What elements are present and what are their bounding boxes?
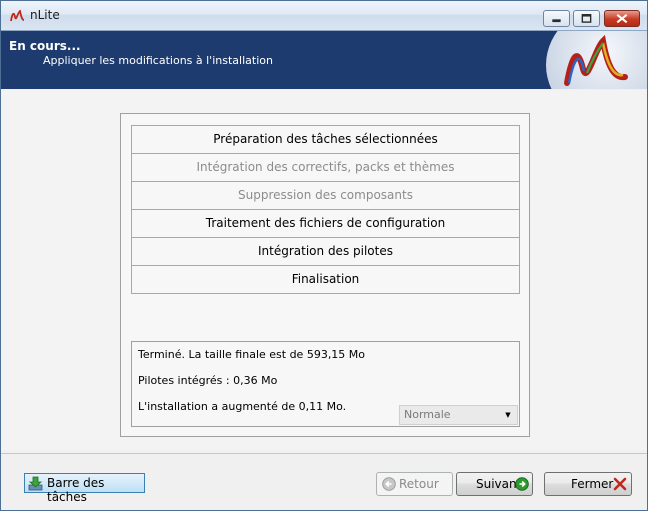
log-output[interactable]: Terminé. La taille finale est de 593,15 … (131, 341, 520, 427)
minimize-icon (552, 19, 561, 23)
title-bar[interactable]: nLite (1, 1, 647, 31)
step-item: Intégration des correctifs, packs et thè… (131, 153, 520, 182)
minimize-button[interactable] (543, 10, 570, 27)
taskbar-button[interactable]: Barre des tâches (24, 473, 145, 504)
log-line: L'installation a augmenté de 0,11 Mo. (138, 400, 347, 413)
back-button-label: Retour (399, 477, 439, 491)
step-item: Suppression des composants (131, 181, 520, 210)
maximize-button[interactable] (573, 10, 600, 27)
close-icon (616, 13, 628, 24)
wizard-header: En cours... Appliquer les modifications … (1, 31, 647, 89)
arrow-right-circle-icon (515, 477, 529, 491)
step-list: Préparation des tâches sélectionnées Int… (131, 125, 520, 294)
download-arrow-icon (28, 476, 43, 491)
step-item: Préparation des tâches sélectionnées (131, 125, 520, 154)
arrow-left-circle-icon (382, 477, 396, 491)
priority-select[interactable]: Normale ▼ (399, 405, 518, 425)
chevron-down-icon: ▼ (505, 411, 511, 419)
log-line: Terminé. La taille finale est de 593,15 … (138, 348, 366, 361)
close-button[interactable]: Fermer (544, 472, 632, 496)
nlite-logo-icon (10, 9, 25, 22)
red-x-icon (613, 477, 627, 491)
page-title: En cours... (9, 39, 81, 53)
close-window-button[interactable] (604, 10, 640, 27)
maximize-icon (581, 14, 592, 23)
page-subtitle: Appliquer les modifications à l'installa… (43, 54, 273, 67)
close-button-label: Fermer (571, 477, 614, 491)
step-item: Intégration des pilotes (131, 237, 520, 266)
window-title: nLite (30, 8, 60, 22)
log-line: Pilotes intégrés : 0,36 Mo (138, 374, 278, 387)
priority-select-value: Normale (404, 408, 451, 421)
step-item: Traitement des fichiers de configuration (131, 209, 520, 238)
nlite-window: nLite En cours... Appliquer les modifica… (0, 0, 648, 511)
next-button[interactable]: Suivant (456, 472, 533, 496)
taskbar-button-label: Barre des tâches (47, 476, 105, 504)
back-button[interactable]: Retour (376, 472, 453, 496)
nlite-banner-logo-icon (564, 34, 628, 86)
step-item: Finalisation (131, 265, 520, 294)
